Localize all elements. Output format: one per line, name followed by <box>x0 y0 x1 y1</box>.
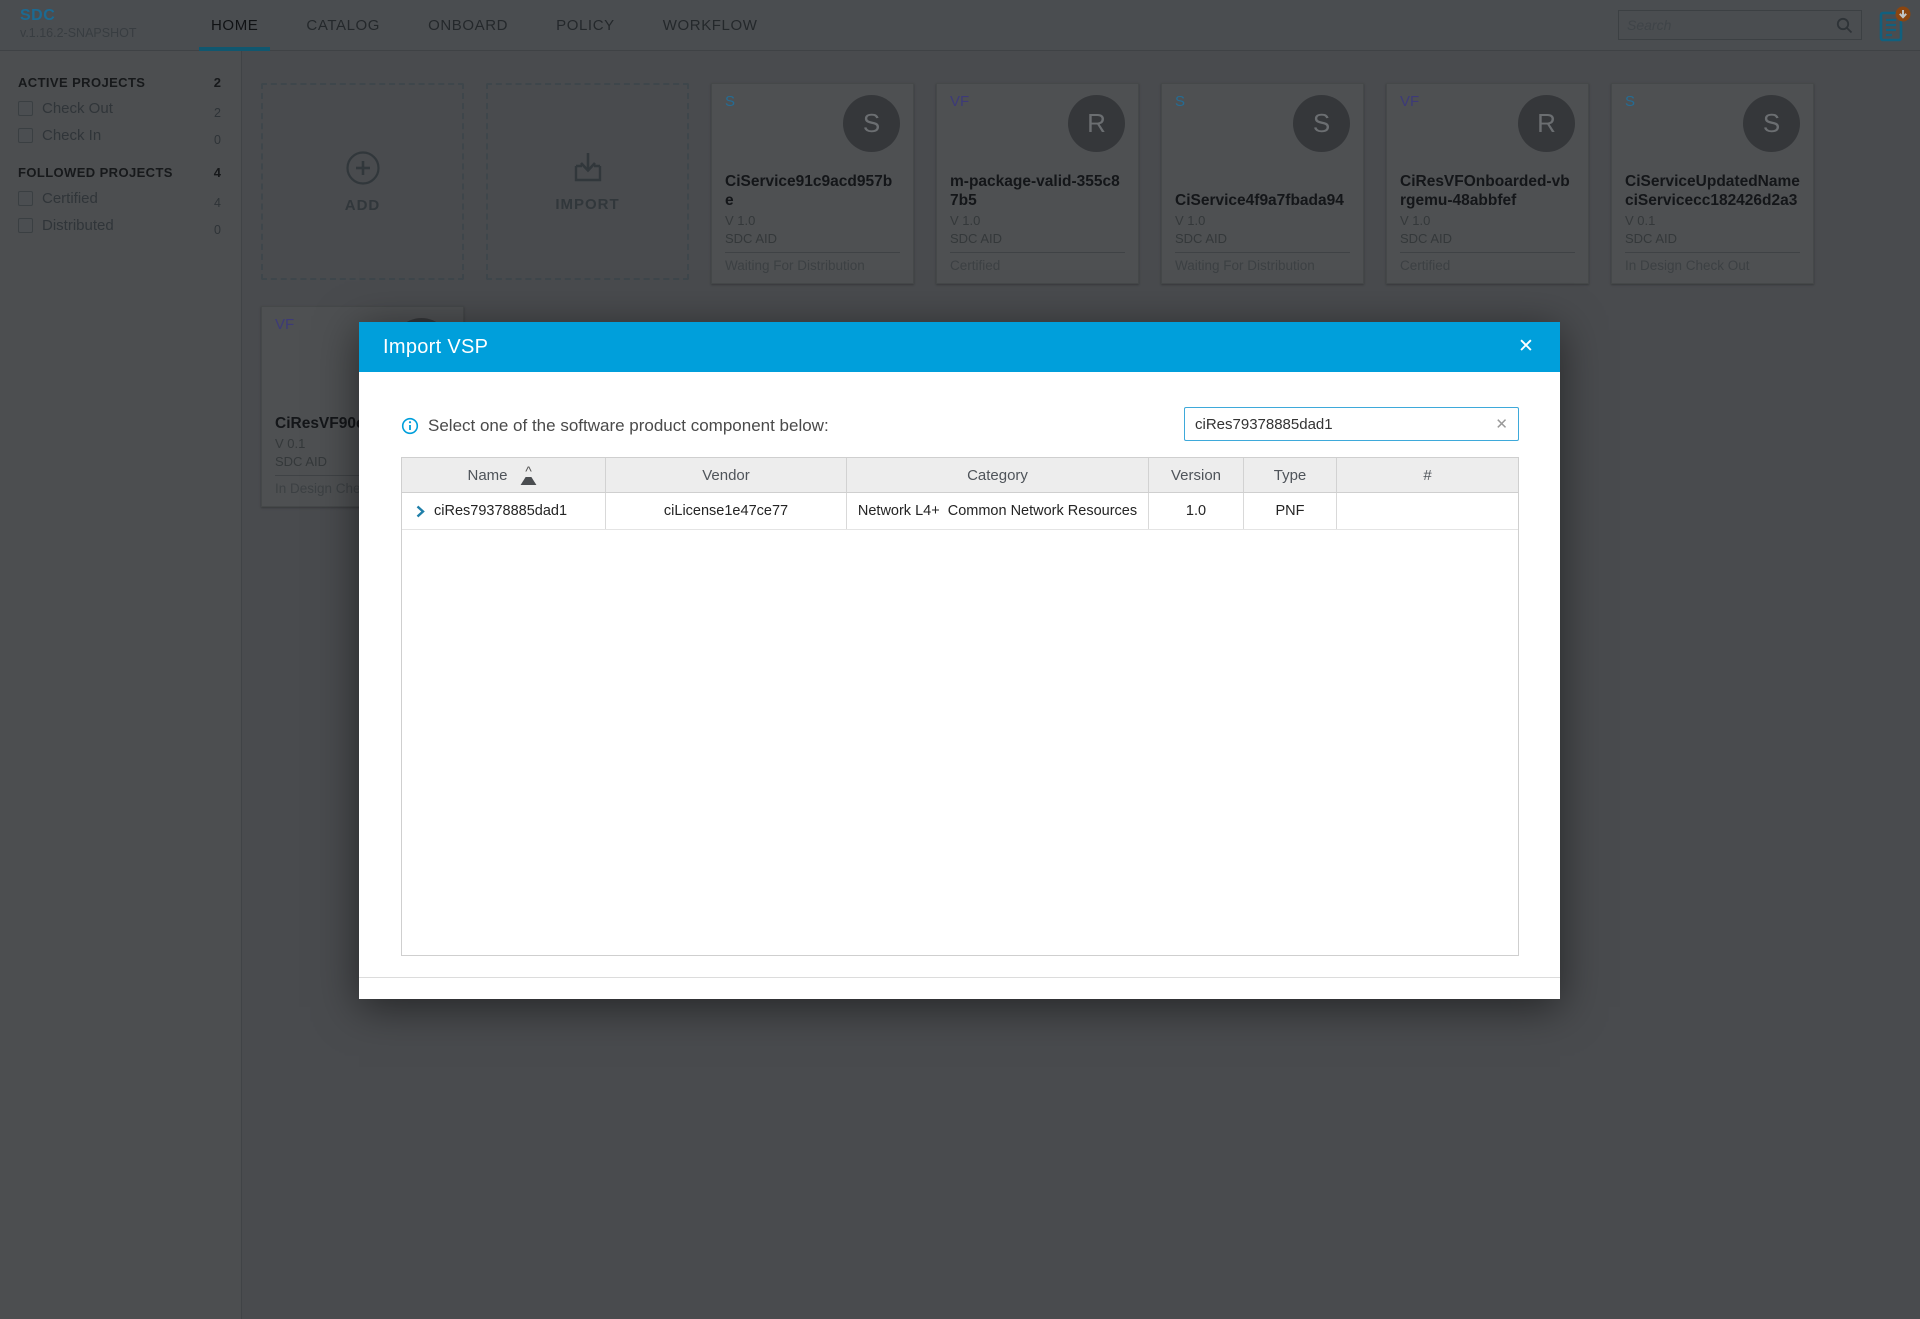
vsp-filter-box: ✕ <box>1184 407 1519 441</box>
vsp-category: Network L4+ Common Network Resources <box>847 493 1149 529</box>
sort-ascending-icon[interactable]: ^ <box>518 464 540 485</box>
vsp-table-row[interactable]: ciRes79378885dad1 ciLicense1e47ce77 Netw… <box>402 493 1518 530</box>
modal-header: Import VSP ✕ <box>359 322 1560 372</box>
info-icon <box>401 417 419 435</box>
column-header-name[interactable]: Name ^ <box>402 458 606 492</box>
column-header-type[interactable]: Type <box>1244 458 1337 492</box>
column-header-vendor[interactable]: Vendor <box>606 458 847 492</box>
vsp-version: 1.0 <box>1149 493 1244 529</box>
column-header-hash[interactable]: # <box>1337 458 1518 492</box>
close-icon[interactable]: ✕ <box>1512 333 1540 361</box>
vsp-filter-input[interactable] <box>1185 415 1486 433</box>
vsp-table: Name ^ Vendor Category Version Type # ci… <box>401 457 1519 956</box>
modal-footer-divider <box>359 977 1560 978</box>
modal-instruction: Select one of the software product compo… <box>428 416 829 435</box>
column-header-category[interactable]: Category <box>847 458 1149 492</box>
modal-title: Import VSP <box>383 335 489 358</box>
vsp-type: PNF <box>1244 493 1337 529</box>
vsp-hash <box>1337 493 1518 529</box>
vsp-table-header: Name ^ Vendor Category Version Type # <box>402 458 1518 493</box>
column-header-version[interactable]: Version <box>1149 458 1244 492</box>
import-vsp-modal: Import VSP ✕ Select one of the software … <box>359 322 1560 999</box>
vsp-vendor: ciLicense1e47ce77 <box>606 493 847 529</box>
vsp-name: ciRes79378885dad1 <box>434 503 568 519</box>
expand-chevron-icon[interactable] <box>416 505 425 518</box>
clear-filter-icon[interactable]: ✕ <box>1485 415 1518 433</box>
